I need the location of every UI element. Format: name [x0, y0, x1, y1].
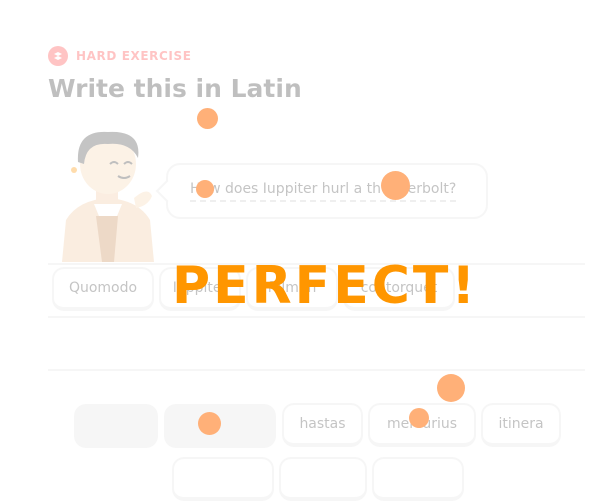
badge-label: HARD EXERCISE [76, 49, 192, 63]
answer-line [48, 316, 585, 318]
particle [437, 374, 465, 402]
word-bank-tile[interactable]: hastas [282, 403, 363, 447]
word-bank-tile[interactable] [172, 457, 274, 501]
word-bank-slot-used [74, 404, 158, 448]
perfect-feedback: PERFECT! [172, 256, 479, 316]
word-bank-tile[interactable] [279, 457, 367, 501]
particle [198, 412, 221, 435]
word-bank-tile[interactable]: itinera [481, 403, 561, 447]
page-title: Write this in Latin [48, 74, 302, 103]
speech-bubble: How does Iuppiter hurl a thunderbolt? [155, 163, 488, 219]
particle [381, 171, 410, 200]
particle [197, 108, 218, 129]
particle [409, 408, 429, 428]
answer-tile[interactable]: Quomodo [52, 267, 154, 311]
prompt-sentence[interactable]: How does Iuppiter hurl a thunderbolt? [190, 181, 457, 202]
exercise-badge: HARD EXERCISE [48, 46, 192, 66]
character-avatar [62, 131, 154, 262]
particle [196, 180, 214, 198]
exercise-icon [48, 46, 68, 66]
word-bank-tile[interactable] [372, 457, 464, 501]
answer-line [48, 369, 585, 371]
